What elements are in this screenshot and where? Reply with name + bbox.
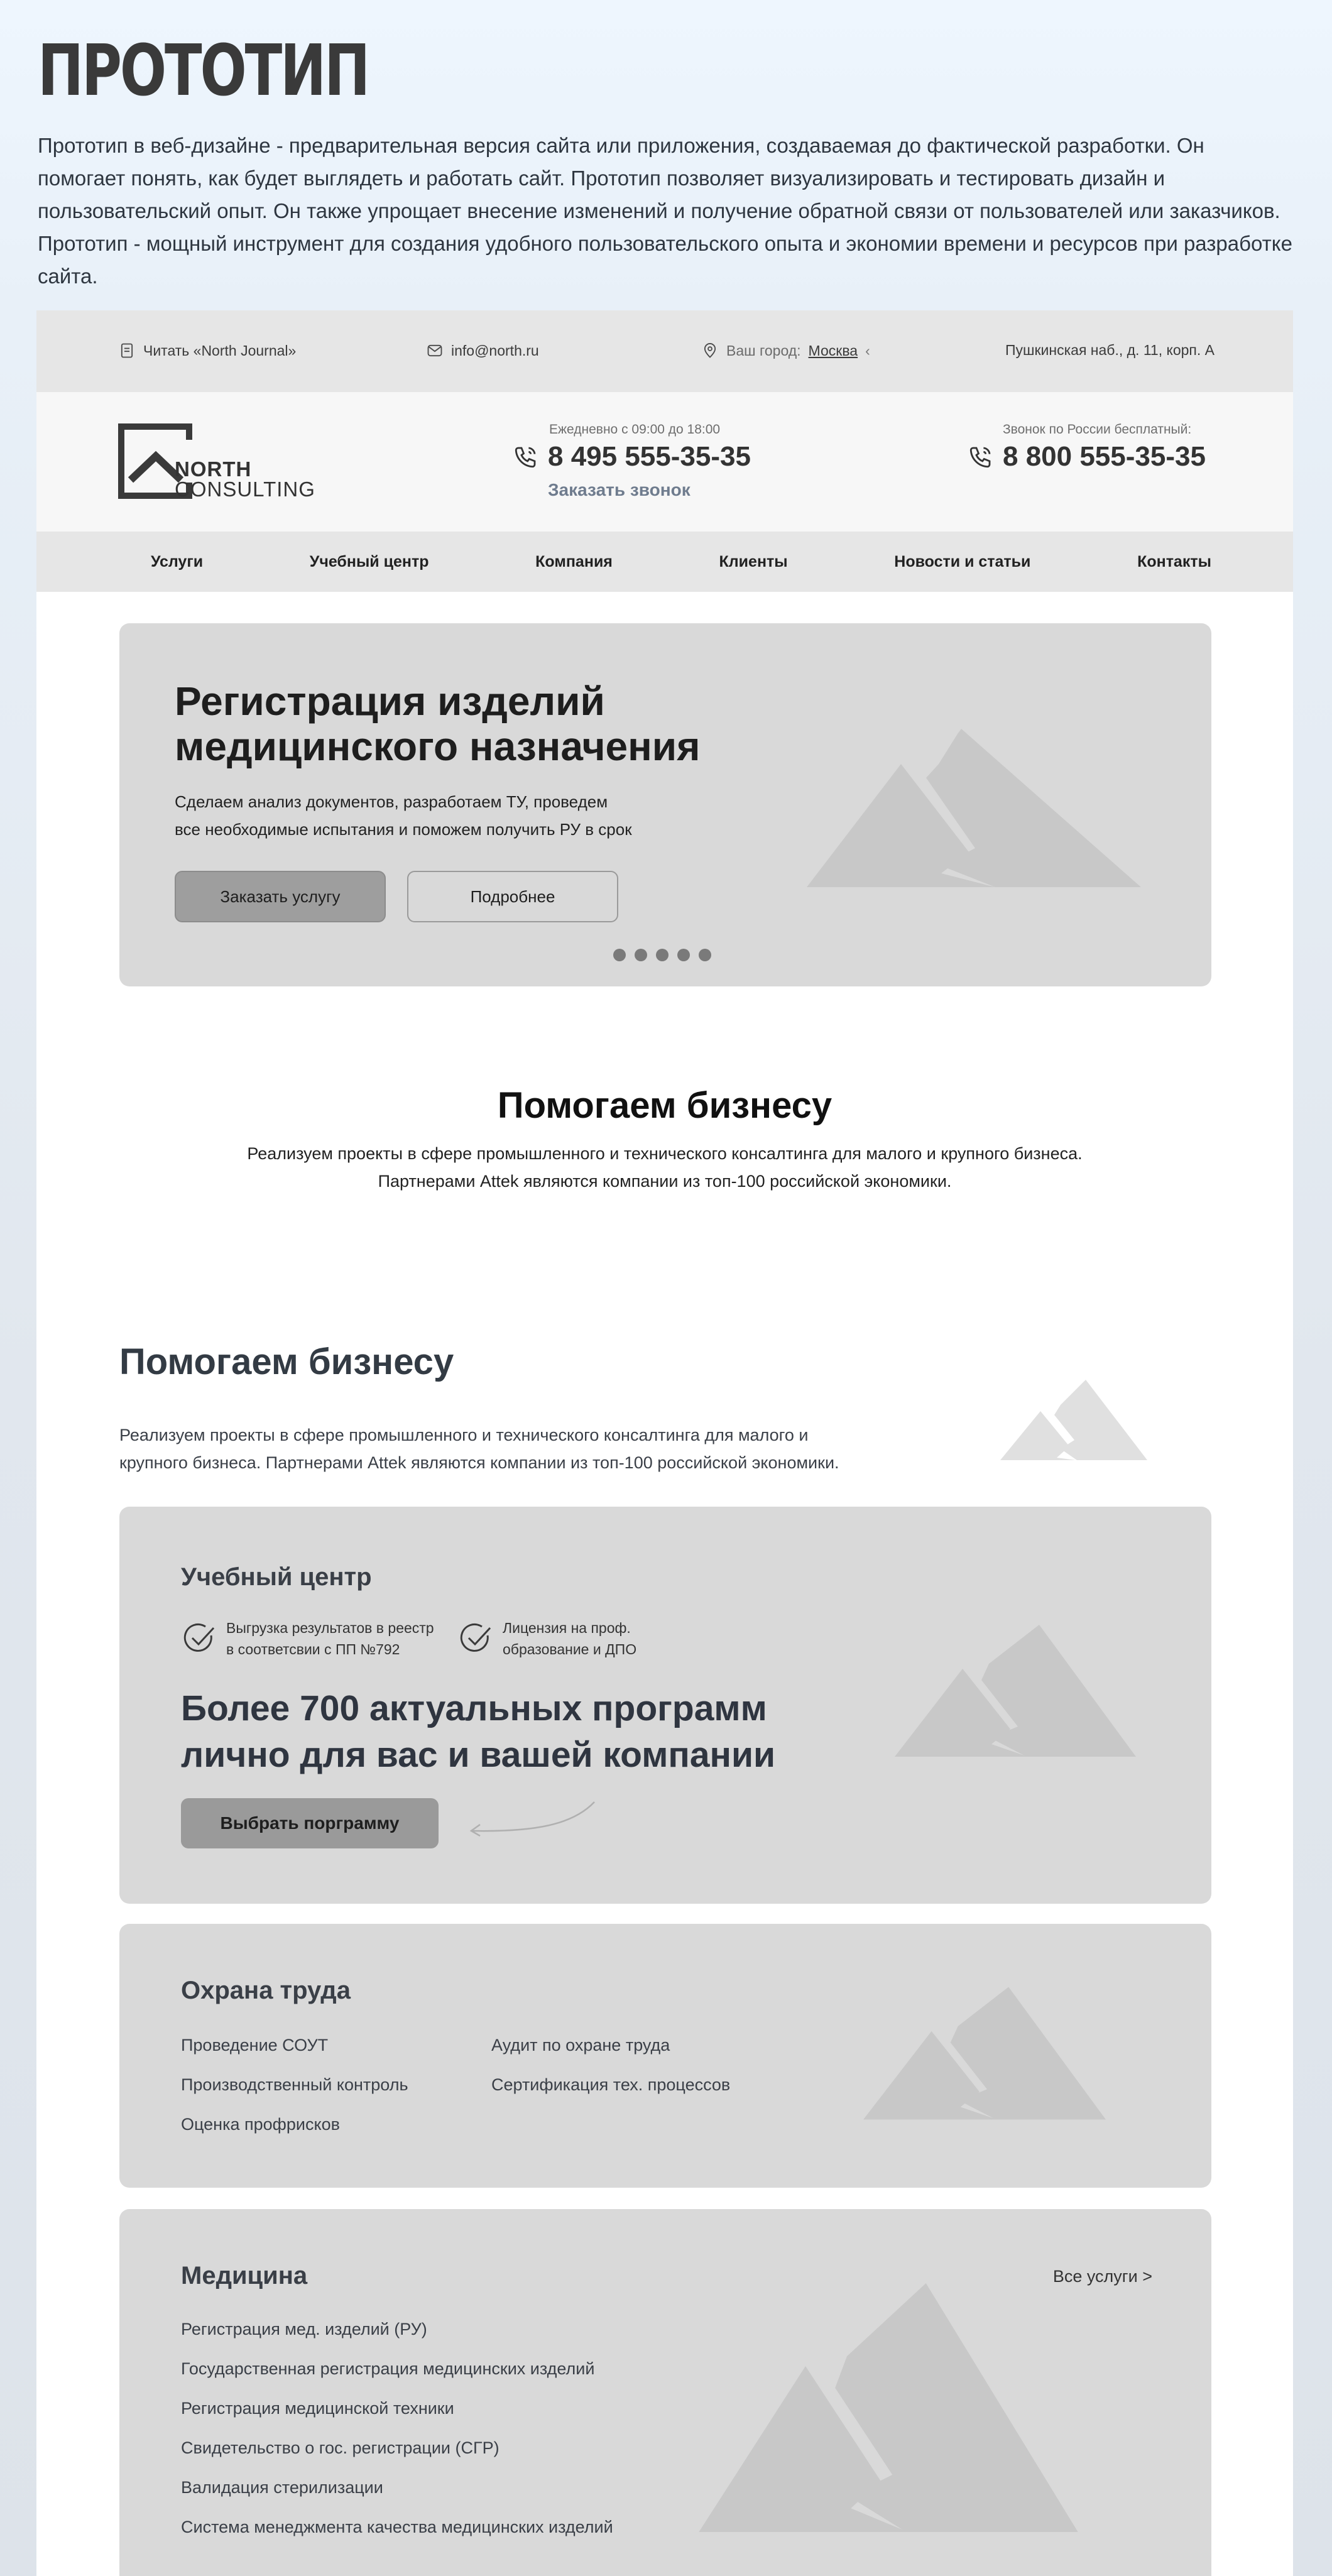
image-placeholder-icon — [807, 729, 1141, 887]
city-selector[interactable]: Ваш город: Москва ‹ — [701, 342, 870, 359]
card-title: Медицина — [181, 2262, 308, 2289]
logo[interactable]: NORTH CONSULTING — [118, 423, 315, 503]
check-circle-icon — [183, 1623, 215, 1652]
header: NORTH CONSULTING Ежедневно с 09:00 до 18… — [36, 392, 1293, 532]
hero-slider: Регистрация изделий медицинского назначен… — [119, 623, 1211, 986]
page-intro: Прототип в веб-дизайне - предварительная… — [38, 134, 1292, 288]
logo-text-consulting: CONSULTING — [175, 478, 315, 501]
check-item-license: Лицензия на проф. образование и ДПО — [457, 1617, 636, 1660]
section-title: Помогаем бизнесу — [497, 1085, 832, 1126]
image-placeholder-icon — [863, 1987, 1106, 2120]
image-placeholder-icon — [699, 2283, 1078, 2532]
phone-block-russia: Звонок по России бесплатный: 8 800 555-3… — [968, 422, 1206, 472]
choose-program-button[interactable]: Выбрать порграмму — [181, 1798, 439, 1848]
hours-note: Ежедневно с 09:00 до 18:00 — [549, 422, 721, 437]
nav-item-company[interactable]: Компания — [535, 553, 613, 571]
email-label: info@north.ru — [451, 342, 539, 359]
main-nav: Услуги Учебный центр Компания Клиенты Но… — [36, 532, 1293, 592]
chevron-left-icon: ‹ — [865, 342, 870, 359]
address-label: Пушкинская наб., д. 11, корп. А — [1005, 342, 1215, 358]
check-circle-icon — [460, 1623, 491, 1652]
medicine-services-list: Регистрация мед. изделий (РУ) Государств… — [181, 2320, 613, 2557]
phone-number-moscow[interactable]: 8 495 555-35-35 — [548, 441, 751, 472]
service-link[interactable]: Проведение СОУТ — [181, 2036, 408, 2075]
email-link[interactable]: info@north.ru — [426, 342, 539, 359]
slider-dot[interactable] — [677, 949, 690, 961]
nav-item-contacts[interactable]: Контакты — [1137, 553, 1211, 571]
image-placeholder-icon — [895, 1625, 1136, 1757]
phone-icon — [515, 447, 536, 468]
service-link[interactable]: Система менеджмента качества медицинских… — [181, 2518, 613, 2557]
phone-block-moscow: Ежедневно с 09:00 до 18:00 8 495 555-35-… — [513, 422, 751, 500]
hero-title: Регистрация изделий медицинского назначен… — [175, 679, 701, 769]
top-bar: Читать «North Journal» info@north.ru Ваш… — [36, 310, 1293, 392]
hero-text: Сделаем анализ документов, разработаем Т… — [175, 792, 632, 839]
order-call-link[interactable]: Заказать звонок — [548, 480, 751, 500]
service-link[interactable]: Производственный контроль — [181, 2075, 408, 2115]
training-headline: Более 700 актуальных программ лично для в… — [181, 1688, 776, 1775]
slider-dot[interactable] — [613, 949, 626, 961]
slider-dot[interactable] — [656, 949, 669, 961]
image-placeholder-icon — [1000, 1380, 1147, 1460]
training-center-card: Учебный центр Выгрузка результатов в рее… — [119, 1507, 1211, 1904]
service-link[interactable]: Регистрация медицинской техники — [181, 2399, 613, 2438]
phone-number-russia[interactable]: 8 800 555-35-35 — [1003, 441, 1206, 472]
free-call-note: Звонок по России бесплатный: — [1003, 422, 1192, 437]
nav-item-training[interactable]: Учебный центр — [310, 553, 429, 571]
medicine-card: Медицина Все услуги > Регистрация мед. и… — [119, 2209, 1211, 2576]
card-title: Охрана труда — [181, 1977, 351, 2004]
website-prototype: Читать «North Journal» info@north.ru Ваш… — [36, 310, 1293, 2576]
document-icon — [121, 343, 133, 358]
check-item-registry: Выгрузка результатов в реестр в соответсв… — [181, 1617, 434, 1660]
slider-dot[interactable] — [635, 949, 647, 961]
arrow-left-icon — [469, 1801, 595, 1837]
nav-item-services[interactable]: Услуги — [151, 553, 203, 571]
card-title: Учебный центр — [181, 1563, 372, 1591]
labor-services-col2: Аудит по охране труда Сертификация тех. … — [491, 2036, 730, 2115]
service-link[interactable]: Сертификация тех. процессов — [491, 2075, 730, 2115]
labor-services-col1: Проведение СОУТ Производственный контрол… — [181, 2036, 408, 2154]
section-text: Реализуем проекты в сфере промышленного … — [247, 1144, 1083, 1191]
journal-link[interactable]: Читать «North Journal» — [118, 342, 296, 359]
city-value[interactable]: Москва — [809, 342, 858, 359]
service-link[interactable]: Валидация стерилизации — [181, 2478, 613, 2518]
mail-icon — [427, 344, 442, 357]
nav-item-clients[interactable]: Клиенты — [719, 553, 788, 571]
journal-label: Читать «North Journal» — [143, 342, 297, 359]
slider-dots — [613, 949, 711, 961]
city-label: Ваш город: — [726, 342, 801, 359]
labor-protection-card: Охрана труда Проведение СОУТ Производств… — [119, 1924, 1211, 2188]
service-link[interactable]: Государственная регистрация медицинских … — [181, 2359, 613, 2399]
more-button[interactable]: Подробнее — [407, 871, 618, 922]
service-link[interactable]: Аудит по охране труда — [491, 2036, 730, 2075]
section-text: Реализуем проекты в сфере промышленного … — [119, 1426, 839, 1472]
order-service-button[interactable]: Заказать услугу — [175, 871, 386, 922]
section-title: Помогаем бизнесу — [119, 1341, 454, 1382]
phone-icon — [969, 447, 991, 468]
location-pin-icon — [704, 343, 716, 358]
service-link[interactable]: Регистрация мед. изделий (РУ) — [181, 2320, 613, 2359]
slider-dot[interactable] — [699, 949, 711, 961]
page-title: ПРОТОТИП — [38, 30, 370, 112]
address: Пушкинская наб., д. 11, корп. А — [1005, 342, 1215, 359]
service-link[interactable]: Свидетельство о гос. регистрации (СГР) — [181, 2438, 613, 2478]
service-link[interactable]: Оценка профрисков — [181, 2115, 408, 2154]
nav-item-news[interactable]: Новости и статьи — [894, 553, 1030, 571]
